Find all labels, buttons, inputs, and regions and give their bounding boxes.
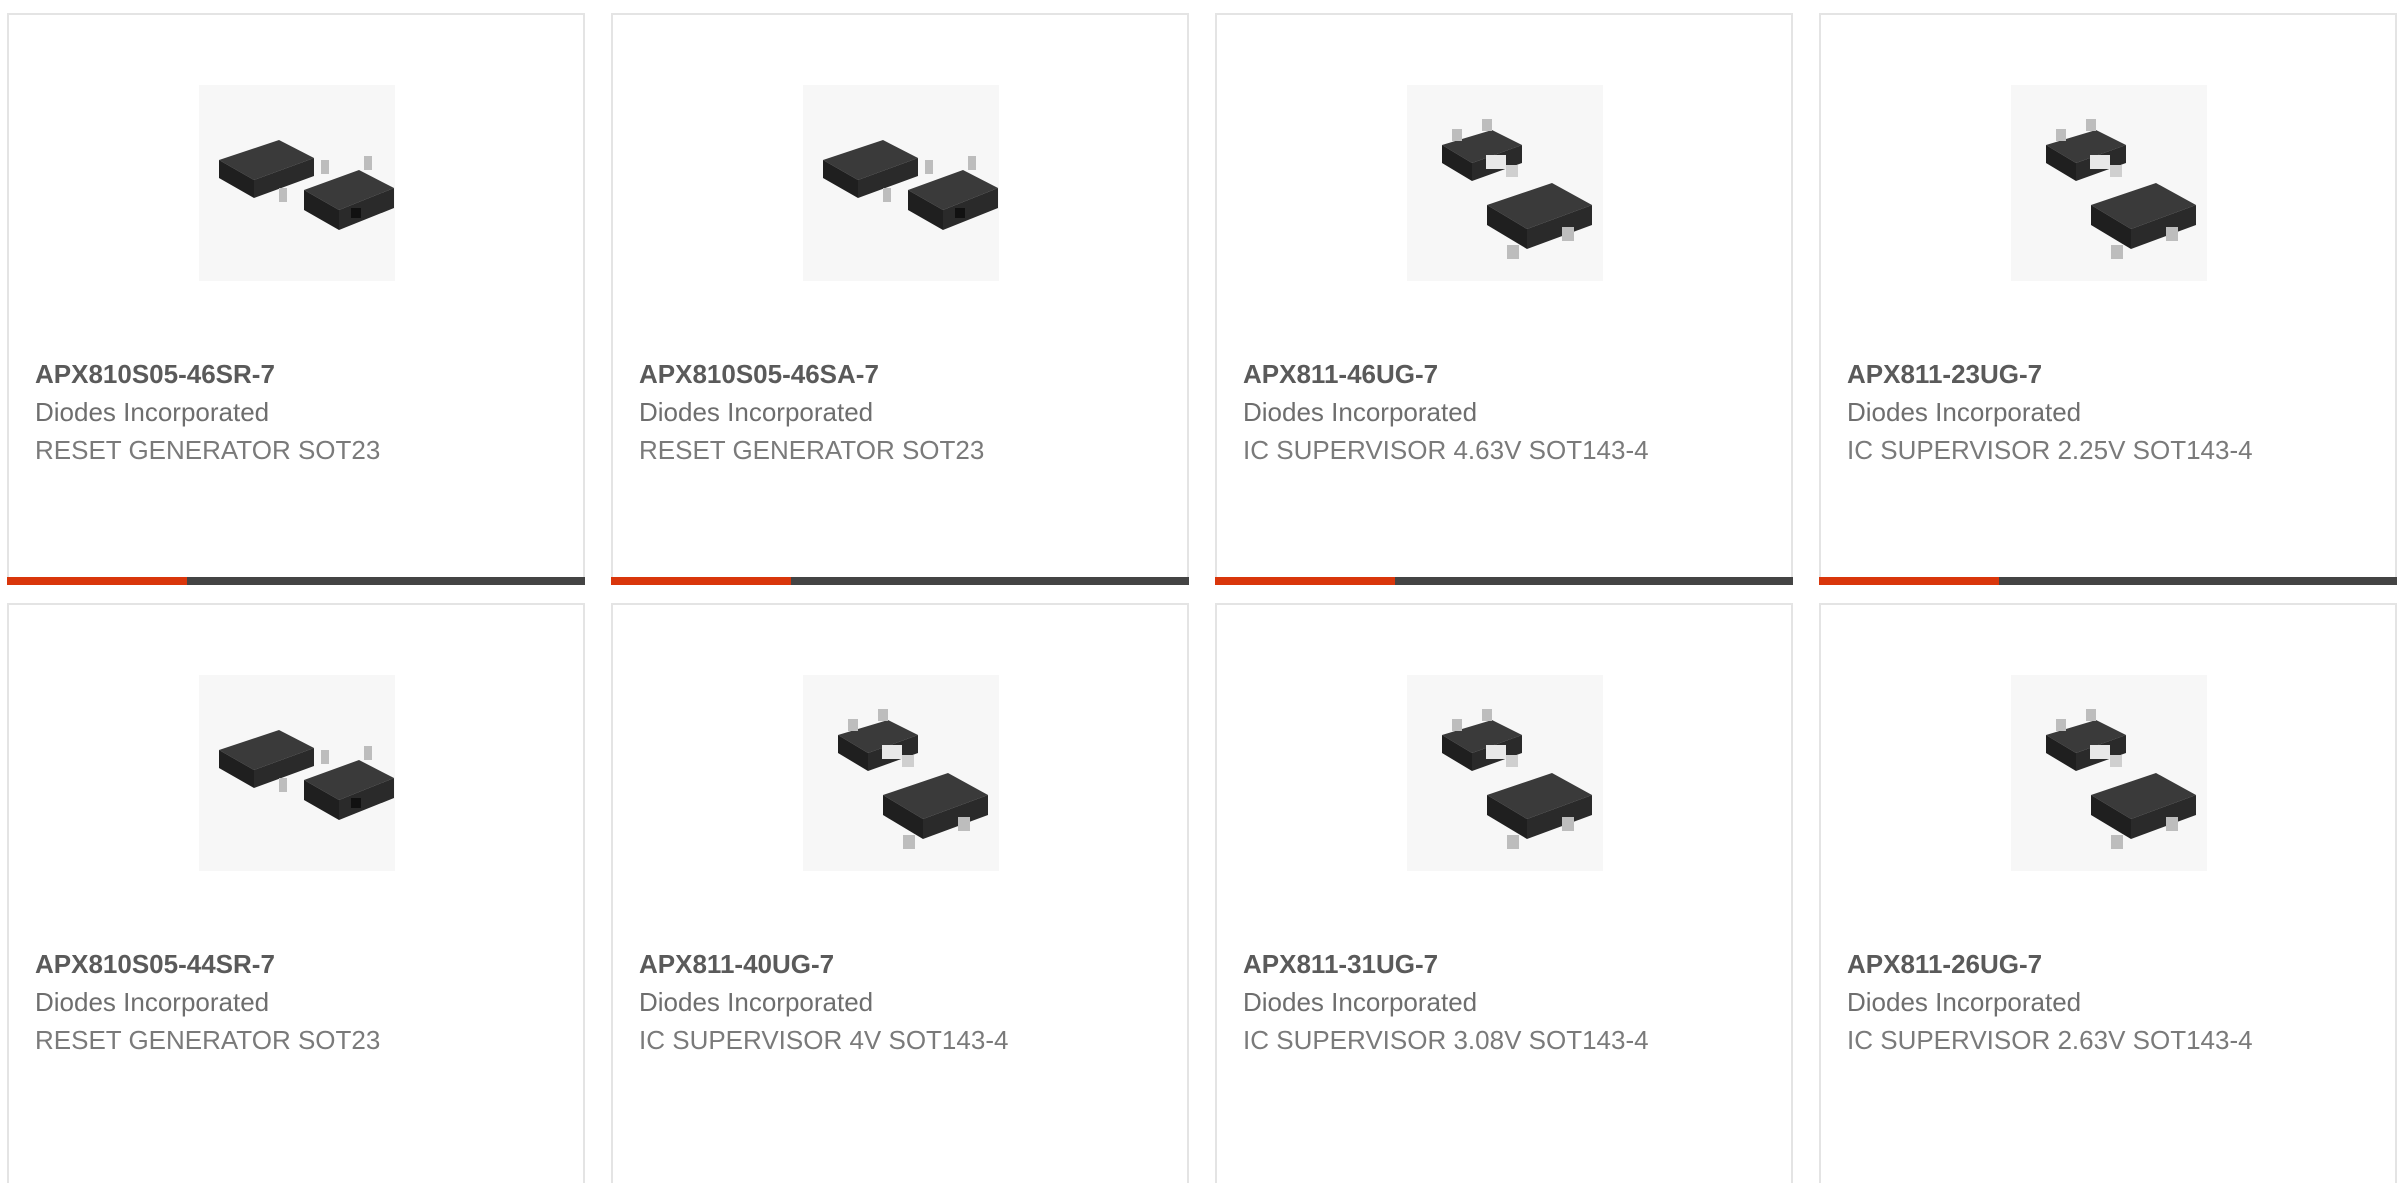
card-accent-bar	[611, 577, 1189, 585]
sot23-package-icon	[219, 730, 394, 820]
manufacturer: Diodes Incorporated	[35, 987, 270, 1017]
card-accent-bar	[7, 577, 585, 585]
description: IC SUPERVISOR 4.63V SOT143-4	[1243, 435, 1649, 465]
description: IC SUPERVISOR 2.25V SOT143-4	[1847, 435, 2253, 465]
product-image[interactable]	[1407, 85, 1603, 281]
part-number[interactable]: APX811-46UG-7	[1243, 359, 1438, 389]
card-accent-bar	[1819, 577, 2397, 585]
product-image[interactable]	[803, 675, 999, 871]
product-card[interactable]: APX810S05-44SR-7 Diodes Incorporated RES…	[7, 603, 585, 1183]
manufacturer: Diodes Incorporated	[1847, 397, 2082, 427]
product-card[interactable]: APX810S05-46SR-7 Diodes Incorporated RES…	[7, 13, 585, 585]
description: RESET GENERATOR SOT23	[35, 435, 381, 465]
product-card[interactable]: APX811-26UG-7 Diodes Incorporated IC SUP…	[1819, 603, 2397, 1183]
product-image[interactable]	[2011, 675, 2207, 871]
description: RESET GENERATOR SOT23	[639, 435, 985, 465]
product-card[interactable]: APX811-31UG-7 Diodes Incorporated IC SUP…	[1215, 603, 1793, 1183]
manufacturer: Diodes Incorporated	[639, 987, 874, 1017]
manufacturer: Diodes Incorporated	[1243, 397, 1478, 427]
product-image[interactable]	[2011, 85, 2207, 281]
part-number[interactable]: APX811-26UG-7	[1847, 949, 2042, 979]
description: RESET GENERATOR SOT23	[35, 1025, 381, 1055]
description: IC SUPERVISOR 3.08V SOT143-4	[1243, 1025, 1649, 1055]
description: IC SUPERVISOR 4V SOT143-4	[639, 1025, 1009, 1055]
part-number[interactable]: APX810S05-46SR-7	[35, 359, 275, 389]
description: IC SUPERVISOR 2.63V SOT143-4	[1847, 1025, 2253, 1055]
part-number[interactable]: APX811-40UG-7	[639, 949, 834, 979]
sot23-package-icon	[823, 140, 998, 230]
card-accent-bar	[1215, 577, 1793, 585]
manufacturer: Diodes Incorporated	[1243, 987, 1478, 1017]
product-card[interactable]: APX810S05-46SA-7 Diodes Incorporated RES…	[611, 13, 1189, 585]
product-card[interactable]: APX811-40UG-7 Diodes Incorporated IC SUP…	[611, 603, 1189, 1183]
part-number[interactable]: APX810S05-46SA-7	[639, 359, 879, 389]
sot23-package-icon	[219, 140, 394, 230]
sot143-package-icon	[1442, 119, 1592, 259]
sot143-package-icon	[1442, 709, 1592, 849]
product-image[interactable]	[199, 675, 395, 871]
part-number[interactable]: APX810S05-44SR-7	[35, 949, 275, 979]
manufacturer: Diodes Incorporated	[1847, 987, 2082, 1017]
product-card[interactable]: APX811-46UG-7 Diodes Incorporated IC SUP…	[1215, 13, 1793, 585]
sot143-package-icon	[2046, 709, 2196, 849]
product-image[interactable]	[803, 85, 999, 281]
sot143-package-icon	[2046, 119, 2196, 259]
product-image[interactable]	[1407, 675, 1603, 871]
sot143-package-icon	[838, 709, 988, 849]
manufacturer: Diodes Incorporated	[639, 397, 874, 427]
product-card[interactable]: APX811-23UG-7 Diodes Incorporated IC SUP…	[1819, 13, 2397, 585]
part-number[interactable]: APX811-23UG-7	[1847, 359, 2042, 389]
product-grid: APX810S05-46SR-7 Diodes Incorporated RES…	[0, 0, 2400, 1183]
part-number[interactable]: APX811-31UG-7	[1243, 949, 1438, 979]
manufacturer: Diodes Incorporated	[35, 397, 270, 427]
product-image[interactable]	[199, 85, 395, 281]
